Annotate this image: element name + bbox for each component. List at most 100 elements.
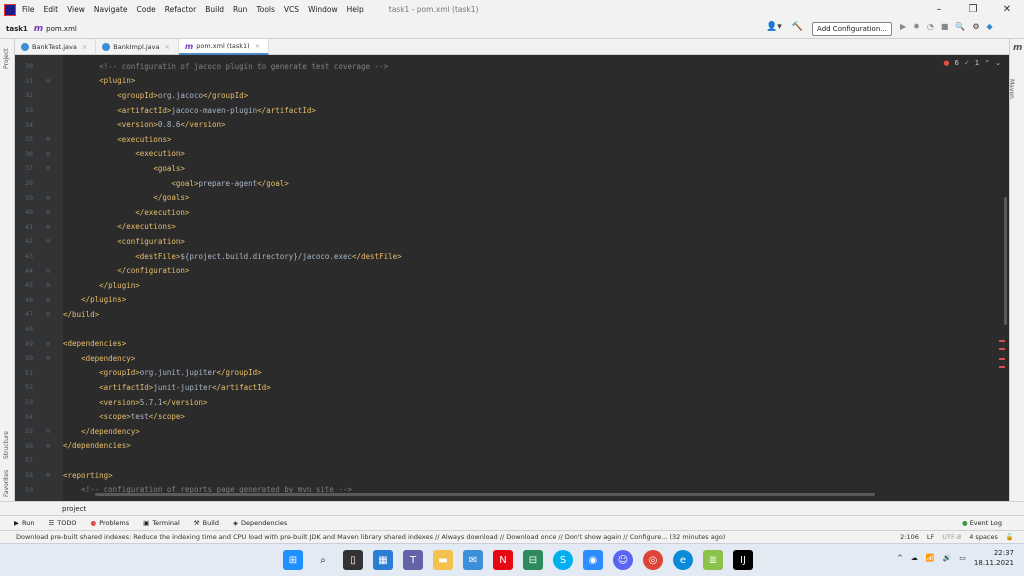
stop-icon[interactable]: ■ — [941, 22, 949, 31]
code-line[interactable]: 55 ⊖ </dependency> — [15, 424, 1009, 439]
restore-icon[interactable]: ❐ — [956, 0, 990, 19]
coverage-icon[interactable]: ◔ — [927, 22, 934, 31]
volume-icon[interactable]: 🔊 — [943, 554, 952, 562]
fold-icon[interactable] — [33, 456, 63, 464]
code-line[interactable]: 30 <!-- configuratin of jacoco plugin to… — [15, 59, 1009, 74]
tab-bankimpl[interactable]: BankImpl.java × — [96, 39, 179, 55]
code-line[interactable]: 50 ⊖ <dependency> — [15, 351, 1009, 366]
add-configuration-button[interactable]: Add Configuration... — [812, 22, 892, 36]
fold-icon[interactable] — [33, 121, 63, 129]
close-icon[interactable]: ✕ — [990, 0, 1024, 19]
code-line[interactable]: 54 <scope>test</scope> — [15, 409, 1009, 424]
fold-icon[interactable]: ⊖ — [33, 223, 63, 231]
lock-icon[interactable]: 🔓 — [1006, 533, 1014, 541]
tool-problems[interactable]: ● Problems — [91, 519, 130, 527]
battery-icon[interactable]: ▭ — [959, 554, 966, 562]
fold-icon[interactable] — [33, 383, 63, 391]
user-icon[interactable]: 👤▾ — [766, 22, 782, 32]
caret-position[interactable]: 2:106 — [900, 533, 919, 541]
error-marker[interactable] — [999, 358, 1005, 360]
fold-icon[interactable] — [33, 62, 63, 70]
code-line[interactable]: 57 — [15, 453, 1009, 468]
breadcrumb-file[interactable]: pom.xml — [46, 25, 77, 33]
code-line[interactable]: 31 ⊖ <plugin> — [15, 74, 1009, 89]
code-line[interactable]: 47 ⊖ </build> — [15, 307, 1009, 322]
code-line[interactable]: 49 ⊖ <dependencies> — [15, 336, 1009, 351]
minimize-icon[interactable]: – — [922, 0, 956, 19]
menu-tools[interactable]: Tools — [256, 5, 274, 14]
jetbrains-icon[interactable]: ◆ — [987, 22, 993, 31]
fold-icon[interactable]: ⊖ — [33, 237, 63, 245]
code-line[interactable]: 40 ⊖ </execution> — [15, 205, 1009, 220]
fold-icon[interactable]: ⊖ — [33, 354, 63, 362]
intellij-icon[interactable]: IJ — [733, 550, 753, 570]
chrome-icon[interactable]: ◎ — [643, 550, 663, 570]
cloud-icon[interactable]: ☁ — [911, 554, 918, 562]
tool-dependencies[interactable]: ◈ Dependencies — [233, 519, 287, 527]
search-icon[interactable]: 🔍 — [955, 22, 965, 31]
discord-icon[interactable]: ☺ — [613, 550, 633, 570]
structure-tool-label[interactable]: Structure — [3, 431, 10, 459]
status-message[interactable]: Download pre-built shared indexes: Reduc… — [16, 533, 725, 541]
code-line[interactable]: 44 ⊖ </configuration> — [15, 263, 1009, 278]
next-icon[interactable]: ⌄ — [995, 59, 1001, 67]
code-line[interactable]: 41 ⊖ </executions> — [15, 220, 1009, 235]
fold-icon[interactable]: ⊖ — [33, 340, 63, 348]
code-line[interactable]: 45 ⊖ </plugin> — [15, 278, 1009, 293]
code-line[interactable]: 52 <artifactId>junit-jupiter</artifactId… — [15, 380, 1009, 395]
fold-icon[interactable]: ⊖ — [33, 471, 63, 479]
tab-pom[interactable]: m pom.xml (task1) × — [178, 39, 270, 55]
code-line[interactable]: 53 <version>5.7.1</version> — [15, 395, 1009, 410]
maven-tool-label[interactable]: Maven — [1008, 79, 1015, 99]
hammer-icon[interactable]: 🔨 — [792, 22, 803, 32]
clock[interactable]: 22:37 18.11.2021 — [974, 548, 1014, 568]
mail-icon[interactable]: ✉ — [463, 550, 483, 570]
menu-refactor[interactable]: Refactor — [165, 5, 196, 14]
code-line[interactable]: 36 ⊖ <execution> — [15, 147, 1009, 162]
breadcrumb-project[interactable]: task1 — [6, 25, 28, 33]
fold-icon[interactable]: ⊖ — [33, 427, 63, 435]
menu-file[interactable]: File — [22, 5, 35, 14]
code-line[interactable]: 56 ⊖ </dependencies> — [15, 439, 1009, 454]
fold-icon[interactable]: ⊖ — [33, 164, 63, 172]
fold-icon[interactable] — [33, 91, 63, 99]
line-separator[interactable]: LF — [927, 533, 934, 541]
fold-icon[interactable]: ⊖ — [33, 281, 63, 289]
chevron-up-icon[interactable]: ^ — [897, 554, 903, 562]
tool-terminal[interactable]: ▣ Terminal — [143, 519, 180, 527]
horizontal-scrollbar[interactable] — [95, 493, 875, 496]
file-encoding[interactable]: UTF-8 — [942, 533, 961, 541]
fold-icon[interactable]: ⊖ — [33, 310, 63, 318]
tool-run[interactable]: ▶ Run — [14, 519, 34, 527]
close-tab-icon[interactable]: × — [164, 43, 169, 51]
menu-edit[interactable]: Edit — [44, 5, 59, 14]
code-line[interactable]: 34 <version>0.8.6</version> — [15, 117, 1009, 132]
fold-icon[interactable]: ⊖ — [33, 267, 63, 275]
zoom-icon[interactable]: ◉ — [583, 550, 603, 570]
event-log[interactable]: ● Event Log — [962, 519, 1002, 527]
fold-icon[interactable] — [33, 398, 63, 406]
debug-icon[interactable]: ✹ — [913, 22, 920, 31]
code-editor[interactable]: 30 <!-- configuratin of jacoco plugin to… — [15, 55, 1009, 501]
code-line[interactable]: 46 ⊖ </plugins> — [15, 293, 1009, 308]
menu-view[interactable]: View — [67, 5, 85, 14]
search-icon[interactable]: ⌕ — [313, 550, 333, 570]
error-marker[interactable] — [999, 348, 1005, 350]
menu-vcs[interactable]: VCS — [284, 5, 299, 14]
fold-icon[interactable]: ⊖ — [33, 442, 63, 450]
menu-help[interactable]: Help — [347, 5, 364, 14]
maven-icon[interactable]: m — [1013, 43, 1022, 53]
menu-navigate[interactable]: Navigate — [94, 5, 128, 14]
code-line[interactable]: 39 ⊖ </goals> — [15, 190, 1009, 205]
code-line[interactable]: 43 <destFile>${project.build.directory}/… — [15, 249, 1009, 264]
skype-icon[interactable]: S — [553, 550, 573, 570]
project-panel-header[interactable]: project — [0, 501, 1024, 515]
code-line[interactable]: 58 ⊖ <reporting> — [15, 468, 1009, 483]
menu-code[interactable]: Code — [137, 5, 156, 14]
start-icon[interactable]: ⊞ — [283, 550, 303, 570]
notepad-icon[interactable]: ≣ — [703, 550, 723, 570]
task-view-icon[interactable]: ▯ — [343, 550, 363, 570]
vertical-scrollbar[interactable] — [1004, 197, 1007, 325]
edge-icon[interactable]: e — [673, 550, 693, 570]
menu-build[interactable]: Build — [205, 5, 224, 14]
